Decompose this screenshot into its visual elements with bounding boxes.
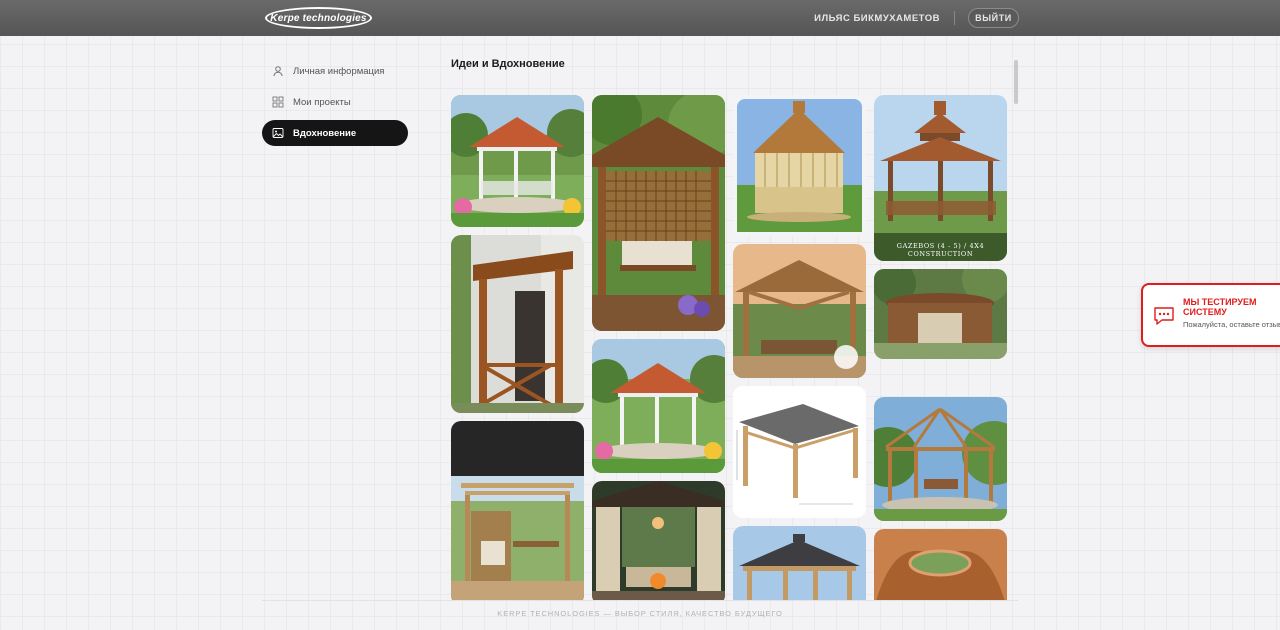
page-title: Идеи и Вдохновение [451,58,565,70]
feedback-widget[interactable]: МЫ ТЕСТИРУЕМ СИСТЕМУ Пожалуйста, оставьт… [1141,283,1280,347]
gallery-card-curtain-gazebo[interactable] [592,481,725,600]
gallery-card-white-gazebo-alt[interactable] [592,339,725,473]
gallery-card-two-tier-gazebo[interactable]: GAZEBOS (4 - 5) / 4X4 CONSTRUCTION [874,95,1007,261]
gazebo-photo [874,397,1007,521]
gallery-card-round-pavilion[interactable] [874,269,1007,359]
gallery-scrollbar[interactable] [1014,56,1018,598]
sidebar-item-label: Вдохновение [293,127,357,139]
card-caption: GAZEBOS (4 - 5) / 4X4 CONSTRUCTION [896,242,985,259]
top-header: Kerpe technologies ИЛЬЯС БИКМУХАМЕТОВ ВЫ… [0,0,1280,36]
gazebo-photo [874,95,1007,261]
sidebar-item-personal-info[interactable]: Личная информация [262,58,408,84]
feedback-subtitle: Пожалуйста, оставьте отзыв [1183,320,1280,329]
user-name: ИЛЬЯС БИКМУХАМЕТОВ [814,13,940,24]
gazebo-photo [451,95,584,227]
footer-text: KERPE TECHNOLOGIES — ВЫБОР СТИЛЯ, КАЧЕСТ… [497,609,783,618]
gazebo-photo [592,339,725,473]
sidebar-item-inspiration[interactable]: Вдохновение [262,120,408,146]
brand-logo-text: Kerpe technologies [270,12,367,24]
inspiration-gallery: GAZEBOS (4 - 5) / 4X4 CONSTRUCTION [451,95,1008,600]
footer-divider [262,600,1018,601]
gallery-card-timber-pavilion[interactable] [733,244,866,378]
chat-bubble-icon [1153,305,1175,327]
gazebo-photo [874,269,1007,359]
sidebar-item-label: Мои проекты [293,96,351,108]
sidebar-item-label: Личная информация [293,65,385,77]
gallery-card-open-frame-gazebo[interactable] [874,397,1007,521]
gallery-card-dark-roof-pavilion[interactable] [733,526,866,600]
gallery-card-curved-dome[interactable] [874,529,1007,600]
gallery-card-pavilion-drawing[interactable] [733,386,866,518]
user-icon [272,65,284,77]
gazebo-photo [733,244,866,378]
gallery-card-pergola-lounge[interactable] [451,421,584,600]
gallery-card-octagon-gazebo[interactable] [733,95,866,236]
image-icon [272,127,284,139]
header-divider [954,11,955,25]
grid-icon [272,96,284,108]
sidebar-item-my-projects[interactable]: Мои проекты [262,89,408,115]
gazebo-photo [451,421,584,600]
gazebo-photo [733,386,866,518]
scroll-thumb[interactable] [1014,60,1018,104]
logout-button[interactable]: ВЫЙТИ [968,8,1019,28]
gazebo-photo [451,235,584,413]
gazebo-photo [733,95,866,236]
gallery-card-white-gazebo[interactable] [451,95,584,227]
gazebo-photo [592,95,725,331]
brand-logo[interactable]: Kerpe technologies [265,7,372,29]
gallery-card-porch-canopy[interactable] [451,235,584,413]
gazebo-photo [592,481,725,600]
feedback-title: МЫ ТЕСТИРУЕМ СИСТЕМУ [1183,297,1257,317]
gazebo-photo [874,529,1007,600]
sidebar-nav: Личная информация Мои проекты Вдохновени… [262,58,408,151]
gallery-card-lattice-gazebo[interactable] [592,95,725,331]
gazebo-photo [733,526,866,600]
